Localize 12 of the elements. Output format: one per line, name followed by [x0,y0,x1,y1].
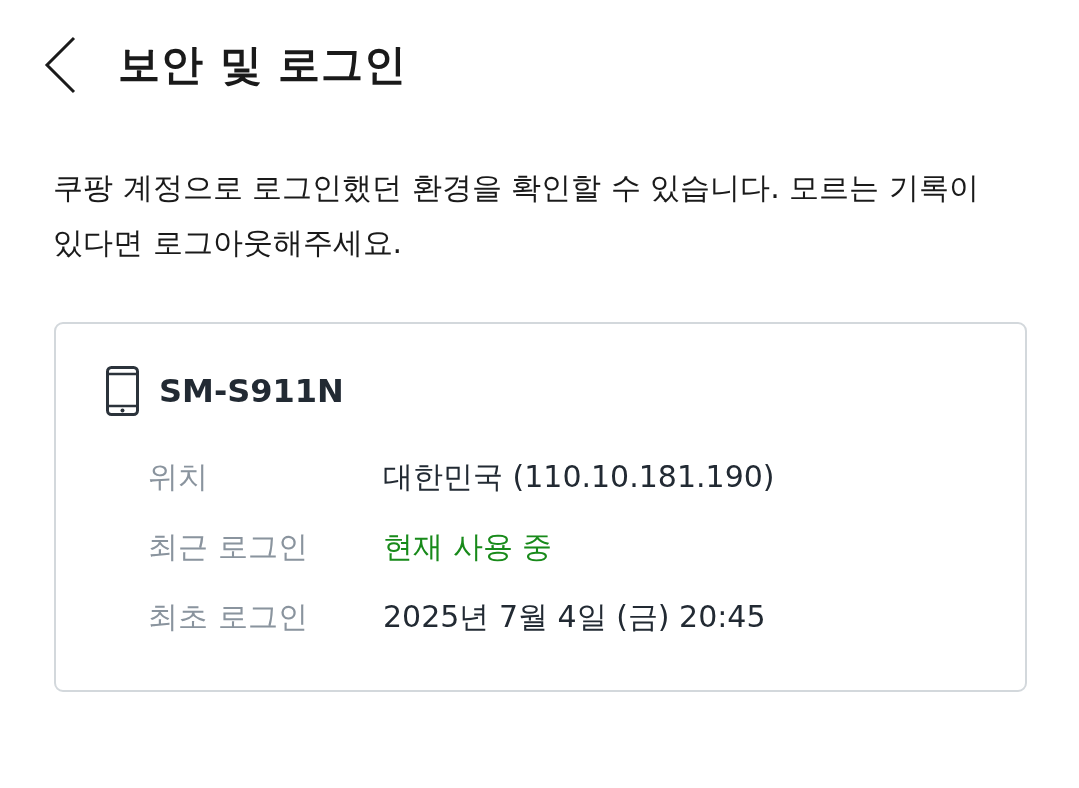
detail-label: 최근 로그인 [148,527,309,566]
detail-label: 최초 로그인 [148,597,309,636]
description-text: 쿠팡 계정으로 로그인했던 환경을 확인할 수 있습니다. 모르는 기록이 있다면 로그아웃해주세요. [53,169,980,262]
detail-value: 현재 사용 중 [383,527,553,566]
detail-value: 대한민국 (110.10.181.190) [383,457,775,496]
detail-label: 위치 [148,457,209,496]
device-name: SM-S911N [159,372,344,410]
detail-value: 2025년 7월 4일 (금) 20:45 [383,597,766,636]
chevron-left-icon [44,36,76,94]
back-button[interactable] [44,36,76,94]
page-title: 보안 및 로그인 [118,39,408,91]
smartphone-icon [106,366,139,416]
